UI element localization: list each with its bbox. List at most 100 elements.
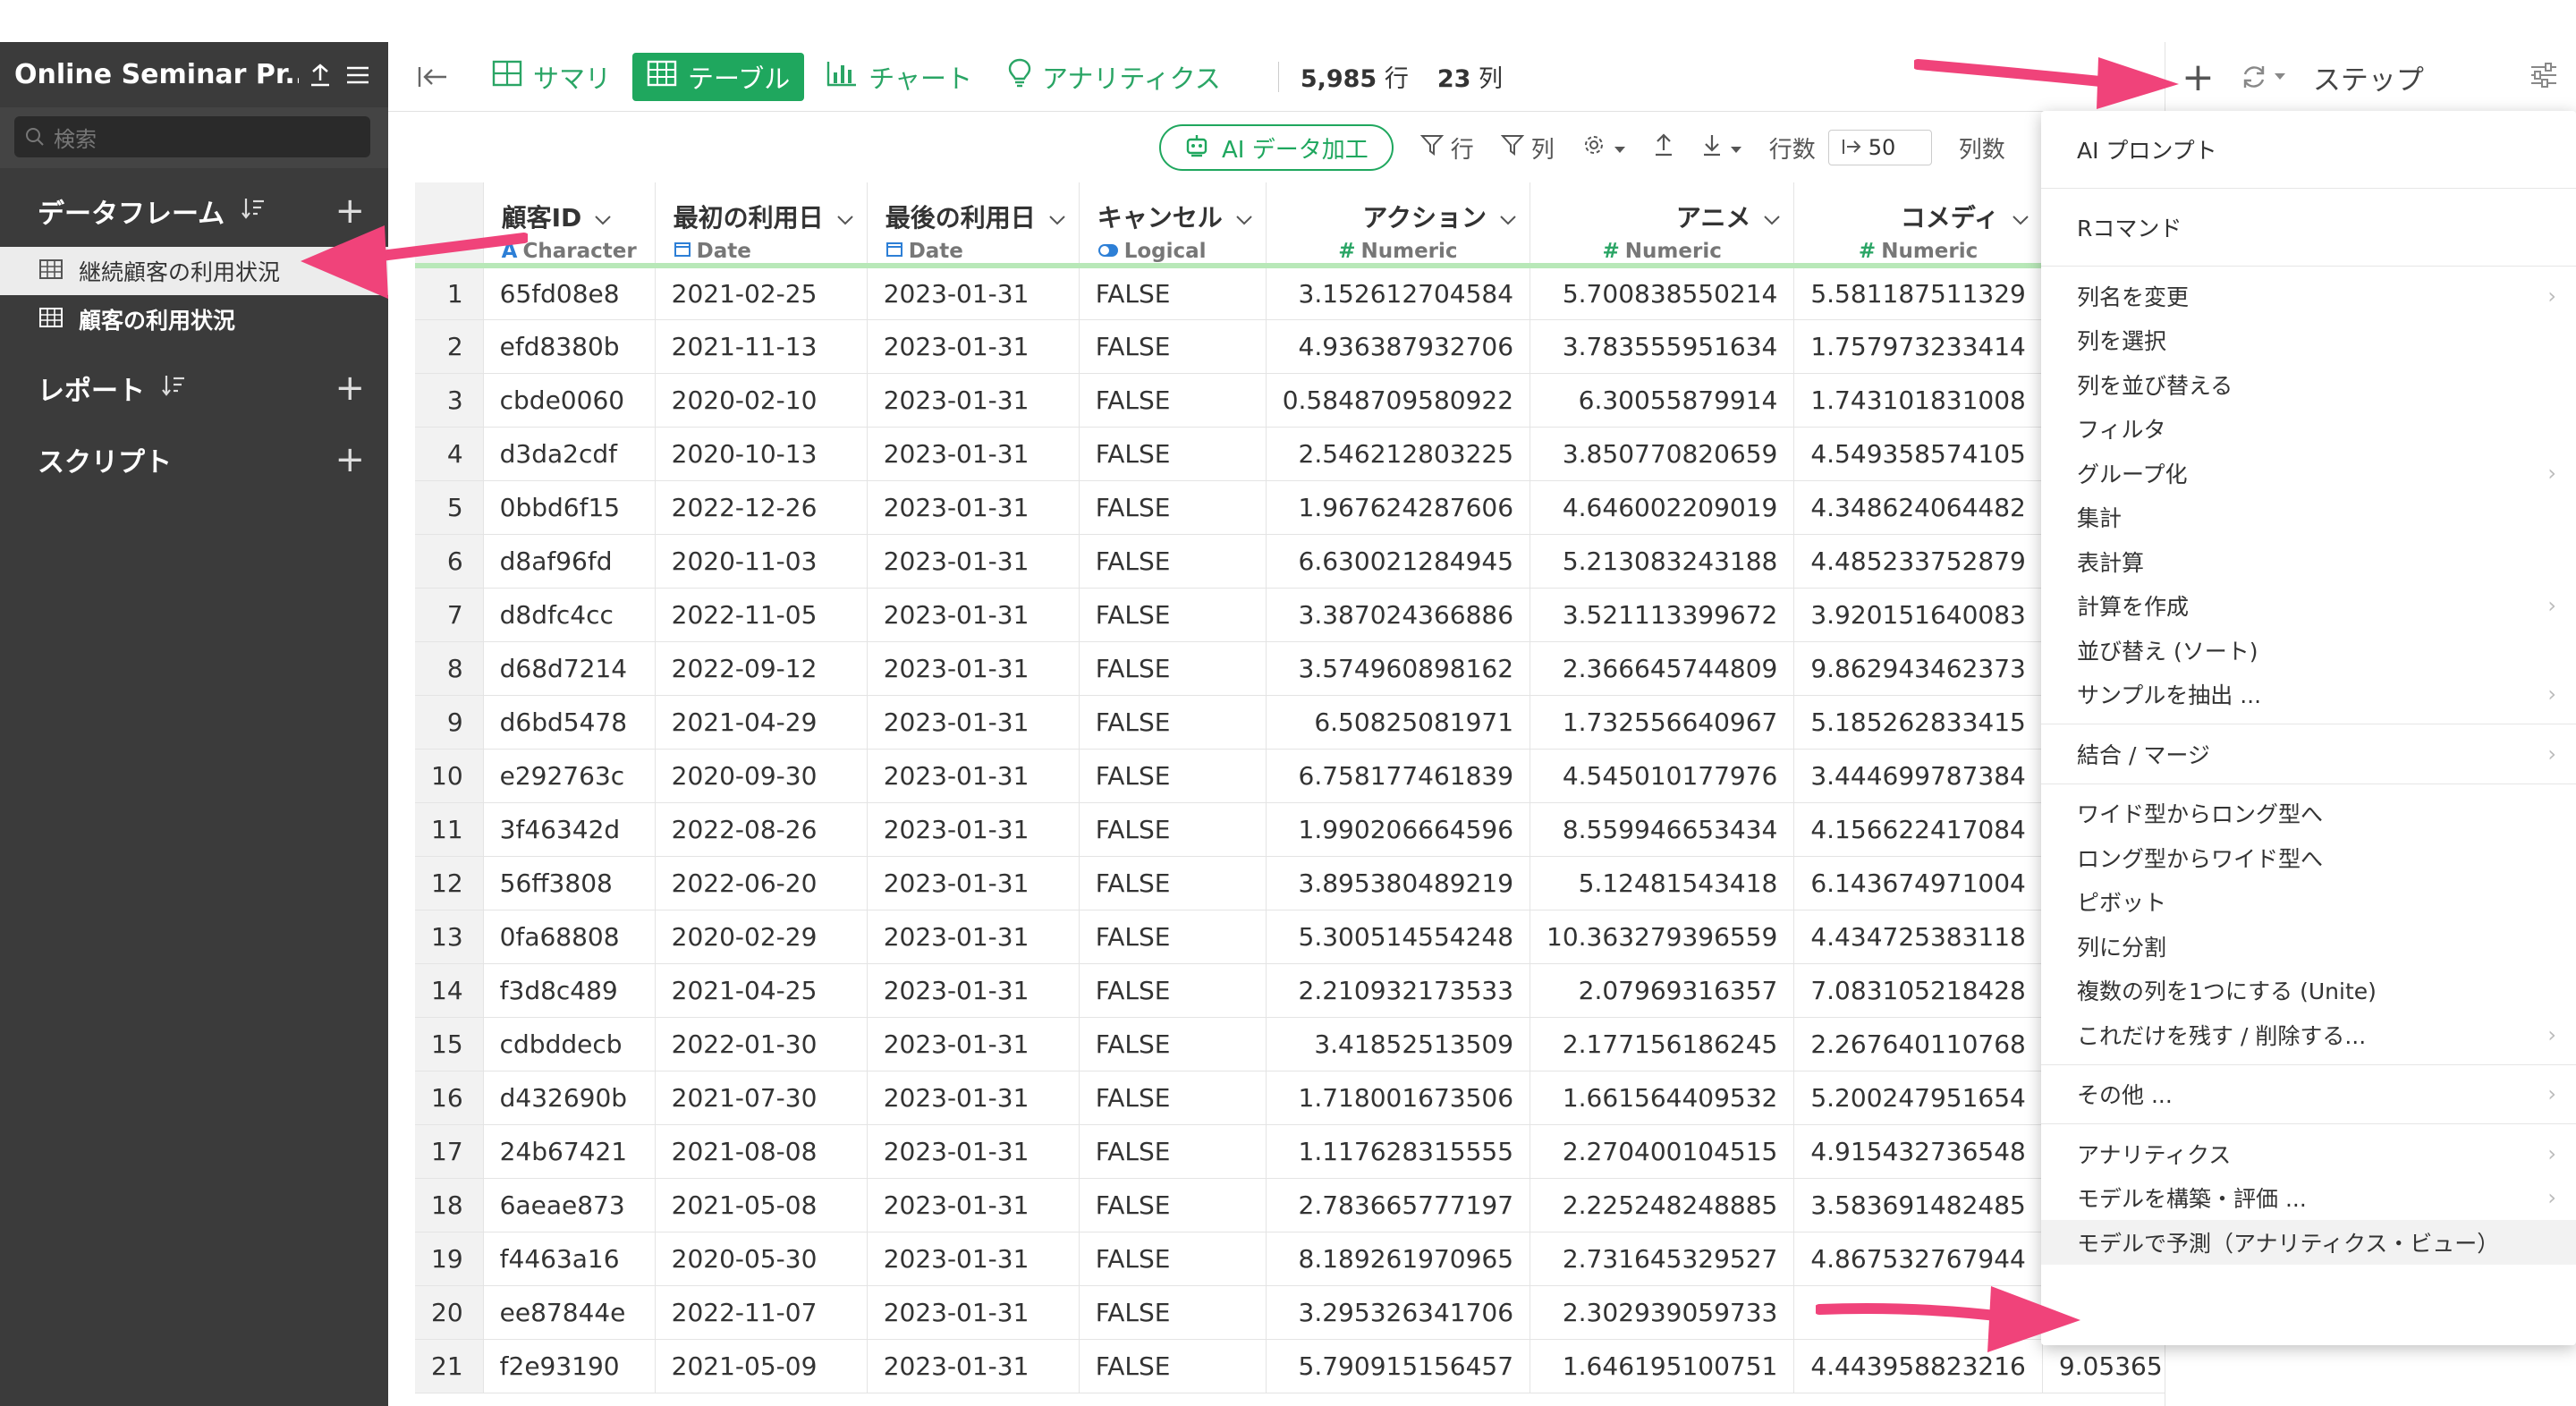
column-header[interactable]: 最初の利用日 Date [655, 182, 868, 268]
menu-item[interactable]: アナリティクス › [2041, 1131, 2576, 1176]
table-cell[interactable]: FALSE [1079, 373, 1267, 428]
table-cell[interactable]: 2023-01-31 [867, 266, 1080, 320]
menu-item[interactable]: 列名を変更 › [2041, 274, 2576, 318]
table-cell[interactable]: d68d7214 [483, 641, 656, 696]
table-cell[interactable]: 3.574960898162 [1266, 641, 1531, 696]
table-cell[interactable]: 5.581187511329 [1793, 266, 2043, 320]
table-cell[interactable]: 2.267640110768 [1793, 1017, 2043, 1071]
table-cell[interactable]: 0.5848709580922 [1266, 373, 1531, 428]
table-cell[interactable]: 2021-05-08 [655, 1178, 868, 1232]
menu-item[interactable]: 列に分割 [2041, 924, 2576, 969]
menu-item[interactable]: 表計算 [2041, 539, 2576, 584]
table-cell[interactable]: 65fd08e8 [483, 266, 656, 320]
table-cell[interactable]: 8.559946653434 [1530, 802, 1795, 857]
table-cell[interactable]: FALSE [1079, 910, 1267, 964]
table-cell[interactable]: 2022-09-12 [655, 641, 868, 696]
add-report-button[interactable]: + [335, 368, 365, 409]
table-cell[interactable]: 1.661564409532 [1530, 1071, 1795, 1125]
add-step-button[interactable]: + [2182, 55, 2215, 100]
table-cell[interactable] [1793, 1285, 2043, 1340]
table-cell[interactable]: 24b67421 [483, 1124, 656, 1179]
table-cell[interactable]: 6.630021284945 [1266, 534, 1531, 589]
table-cell[interactable]: 2021-04-29 [655, 695, 868, 750]
table-cell[interactable]: FALSE [1079, 480, 1267, 535]
table-cell[interactable]: 4.348624064482 [1793, 480, 2043, 535]
table-cell[interactable]: 2023-01-31 [867, 373, 1080, 428]
table-cell[interactable]: FALSE [1079, 1178, 1267, 1232]
column-filter-button[interactable]: 列 [1500, 131, 1555, 165]
table-cell[interactable]: 5.200247951654 [1793, 1071, 2043, 1125]
table-cell[interactable]: 5.12481543418 [1530, 856, 1795, 911]
table-cell[interactable]: 2023-01-31 [867, 856, 1080, 911]
table-cell[interactable]: 2022-12-26 [655, 480, 868, 535]
table-cell[interactable]: 1.732556640967 [1530, 695, 1795, 750]
chevron-down-icon[interactable] [594, 202, 612, 232]
column-header[interactable]: アクション # Numeric [1266, 182, 1531, 268]
column-header[interactable]: 最後の利用日 Date [867, 182, 1080, 268]
chevron-down-icon[interactable] [836, 202, 854, 232]
table-cell[interactable]: 7.083105218428 [1793, 963, 2043, 1018]
chevron-down-icon[interactable] [2012, 202, 2029, 232]
table-cell[interactable]: 2023-01-31 [867, 641, 1080, 696]
menu-item[interactable]: ピボット [2041, 880, 2576, 925]
tab-table[interactable]: テーブル [632, 52, 805, 101]
table-cell[interactable]: 9.862943462373 [1793, 641, 2043, 696]
tab-chart[interactable]: チャート [811, 53, 987, 101]
table-cell[interactable]: 2023-01-31 [867, 1017, 1080, 1071]
table-cell[interactable]: 2023-01-31 [867, 1071, 1080, 1125]
table-cell[interactable]: 2023-01-31 [867, 749, 1080, 803]
table-cell[interactable]: 1.117628315555 [1266, 1124, 1531, 1179]
table-cell[interactable]: 2022-11-07 [655, 1285, 868, 1340]
menu-item[interactable]: 計算を作成 › [2041, 584, 2576, 629]
table-cell[interactable]: d432690b [483, 1071, 656, 1125]
table-cell[interactable]: 1.757973233414 [1793, 319, 2043, 374]
table-cell[interactable]: FALSE [1079, 1285, 1267, 1340]
table-cell[interactable]: 5.185262833415 [1793, 695, 2043, 750]
table-cell[interactable]: f2e93190 [483, 1339, 656, 1393]
column-header[interactable]: アニメ # Numeric [1530, 182, 1795, 268]
table-cell[interactable]: 2.07969316357 [1530, 963, 1795, 1018]
table-cell[interactable]: ee87844e [483, 1285, 656, 1340]
table-cell[interactable]: 2021-05-09 [655, 1339, 868, 1393]
upload-icon[interactable] [304, 59, 336, 91]
table-cell[interactable]: FALSE [1079, 1124, 1267, 1179]
table-cell[interactable]: 4.549358574105 [1793, 427, 2043, 481]
column-header[interactable]: 顧客ID A Character [483, 182, 656, 268]
menu-item[interactable]: 列を選択 [2041, 318, 2576, 363]
table-cell[interactable]: 4.646002209019 [1530, 480, 1795, 535]
column-header[interactable]: コメディ # Numeric [1793, 182, 2043, 268]
table-cell[interactable]: 3.783555951634 [1530, 319, 1795, 374]
table-cell[interactable]: 1.718001673506 [1266, 1071, 1531, 1125]
table-cell[interactable]: 2.546212803225 [1266, 427, 1531, 481]
table-cell[interactable]: 6.143674971004 [1793, 856, 2043, 911]
table-cell[interactable]: 6aeae873 [483, 1178, 656, 1232]
menu-item[interactable]: 並び替え (ソート) [2041, 628, 2576, 673]
table-cell[interactable]: 2023-01-31 [867, 1178, 1080, 1232]
table-cell[interactable]: d3da2cdf [483, 427, 656, 481]
sidebar-item-dataframe-1[interactable]: 顧客の利用状況 [0, 295, 388, 343]
sidebar-search-input[interactable]: 検索 [14, 116, 370, 157]
table-cell[interactable]: FALSE [1079, 1017, 1267, 1071]
table-cell[interactable]: FALSE [1079, 588, 1267, 642]
table-cell[interactable]: 2020-09-30 [655, 749, 868, 803]
tab-summary[interactable]: サマリ [478, 53, 625, 101]
table-cell[interactable]: 4.545010177976 [1530, 749, 1795, 803]
menu-item[interactable]: モデルを構築・評価 ... › [2041, 1176, 2576, 1221]
table-cell[interactable]: 2.731645329527 [1530, 1232, 1795, 1286]
table-cell[interactable]: 2023-01-31 [867, 1232, 1080, 1286]
table-cell[interactable]: 2023-01-31 [867, 480, 1080, 535]
hamburger-menu-icon[interactable] [342, 59, 374, 91]
export-button[interactable] [1653, 132, 1674, 164]
table-cell[interactable]: 2023-01-31 [867, 802, 1080, 857]
menu-item[interactable]: フィルタ [2041, 407, 2576, 452]
download-dropdown[interactable] [1701, 132, 1742, 164]
menu-item[interactable]: 列を並び替える [2041, 362, 2576, 407]
table-cell[interactable]: d6bd5478 [483, 695, 656, 750]
menu-item[interactable]: サンプルを抽出 ... › [2041, 673, 2576, 717]
sliders-icon[interactable] [2529, 62, 2558, 92]
table-cell[interactable]: 2023-01-31 [867, 910, 1080, 964]
refresh-dropdown[interactable] [2240, 64, 2286, 90]
table-cell[interactable]: 0bbd6f15 [483, 480, 656, 535]
row-filter-button[interactable]: 行 [1419, 131, 1474, 165]
table-cell[interactable]: 2021-04-25 [655, 963, 868, 1018]
